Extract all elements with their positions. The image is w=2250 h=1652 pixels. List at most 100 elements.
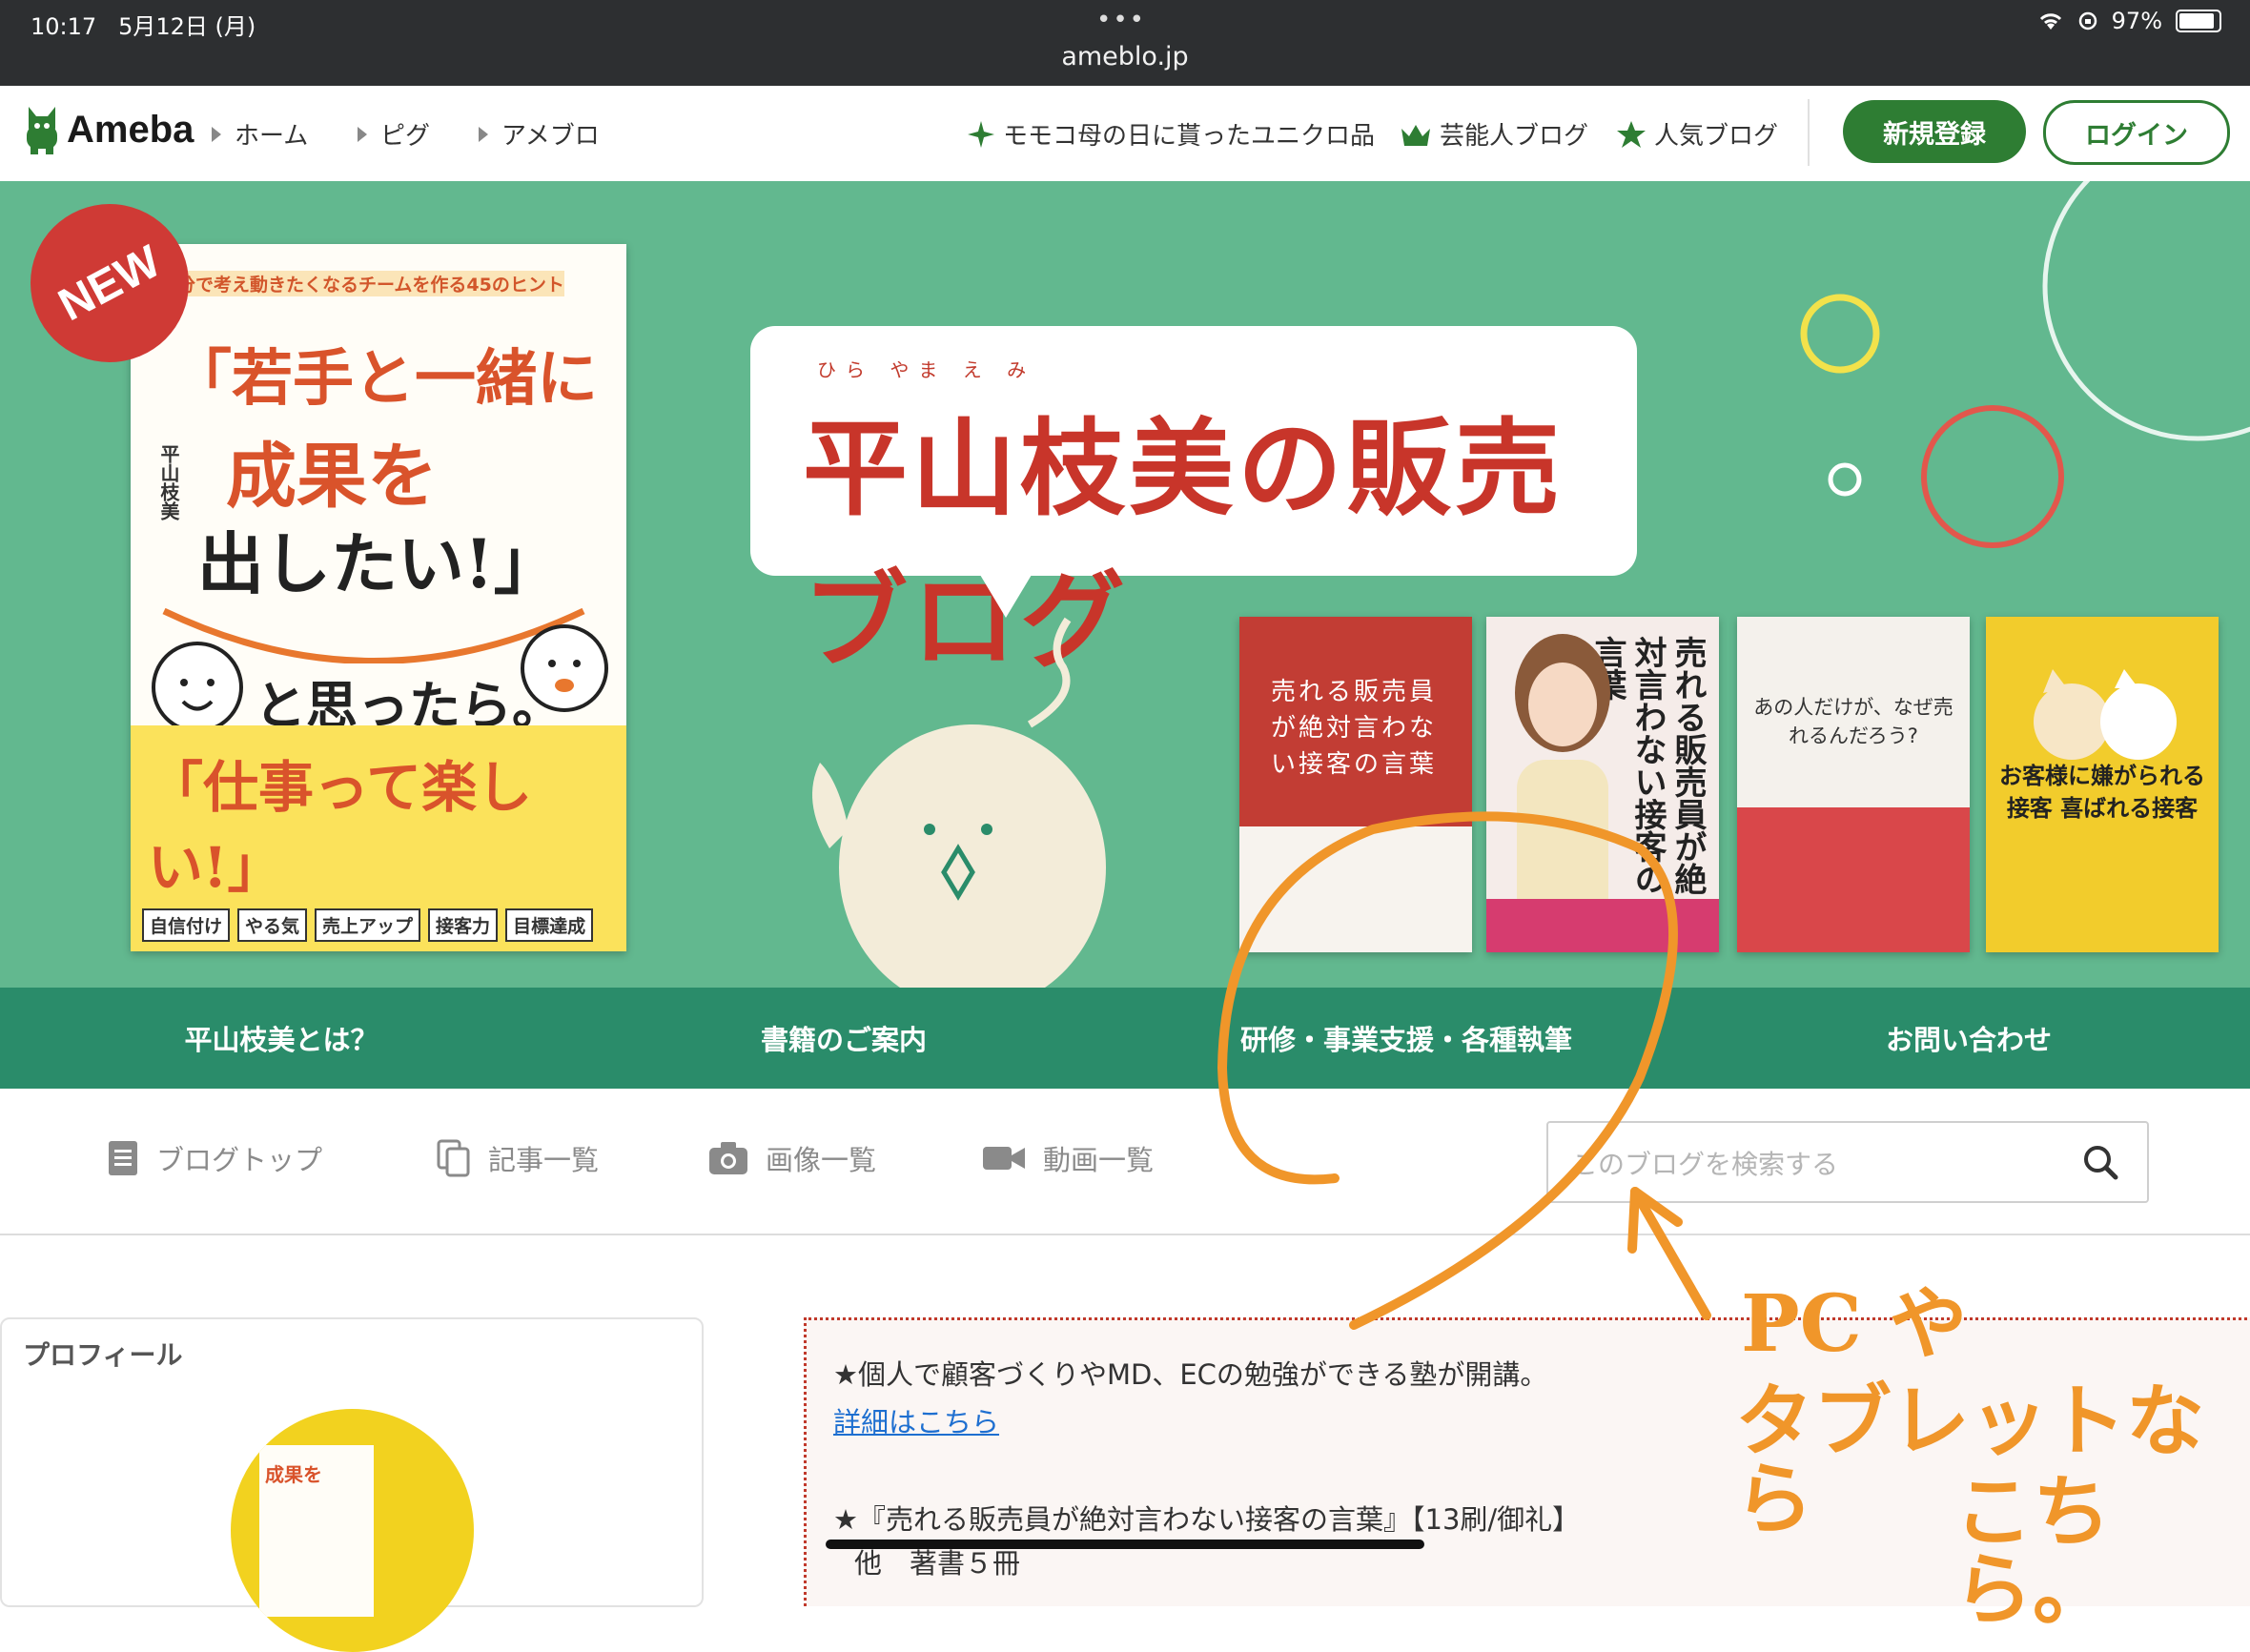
tab-videos-label: 動画一覧 xyxy=(1043,1144,1155,1176)
status-time: 10:17 5月12日 (月) xyxy=(31,13,256,40)
avatar-book: 成果を xyxy=(259,1445,374,1617)
ameba-logo[interactable]: Ameba xyxy=(23,103,194,156)
battery-percent: 97% xyxy=(2111,8,2162,34)
nav-home[interactable]: ホーム xyxy=(212,116,308,152)
triangle-right-icon xyxy=(212,126,221,142)
login-button[interactable]: ログイン xyxy=(2043,100,2230,165)
book-tag: やる気 xyxy=(237,908,308,942)
book-title-2: 成果を xyxy=(226,436,438,518)
menu-contact[interactable]: お問い合わせ xyxy=(1688,988,2250,1089)
book-title-1: 「若手と一緒に xyxy=(171,343,598,415)
wifi-icon xyxy=(2039,13,2061,30)
profile-card: プロフィール 成果を xyxy=(0,1317,704,1652)
sparkle-icon xyxy=(968,120,994,148)
book-tag: 接客力 xyxy=(428,908,499,942)
book-tag: 目標達成 xyxy=(505,908,594,942)
book-cover[interactable]: 売れる販売員が絶対言わない接客の言葉 xyxy=(1486,617,1719,952)
blog-header-banner: 自分で考え動きたくなるチームを作る45のヒント 「若手と一緒に 成果を 出したい… xyxy=(0,181,2250,988)
book-tags: 自信付け やる気 売上アップ 接客力 目標達成 xyxy=(142,908,594,942)
book-author: 平山枝美 xyxy=(157,444,180,520)
star-icon xyxy=(1617,120,1646,148)
blog-title-ruby: ひら やま え み xyxy=(817,358,1036,381)
blog-tabs: ブログトップ 記事一覧 画像一覧 動画一覧 このブログを検索する xyxy=(0,1089,2250,1235)
copy-icon xyxy=(437,1139,470,1177)
new-badge: NEW xyxy=(31,204,189,362)
orientation-lock-icon xyxy=(2078,11,2097,31)
tab-images[interactable]: 画像一覧 xyxy=(708,1138,876,1178)
book-yellow-band: 「仕事って楽しい!」 自信付け やる気 売上アップ 接客力 目標達成 xyxy=(131,725,626,951)
notice-line-3: ★『売れる販売員が絶対言わない接客の言葉』【13刷/御礼】 xyxy=(833,1503,1581,1536)
battery-icon xyxy=(2176,10,2221,32)
book-tag: 売上アップ xyxy=(315,908,421,942)
profile-label: プロフィール xyxy=(23,1339,183,1371)
book-cover-title: お客様に嫌がられる接客 喜ばれる接客 xyxy=(1999,763,2205,822)
annotation-line-1: PC や xyxy=(1741,1278,1968,1370)
book-cover[interactable]: あの人だけが、なぜ売れるんだろう? xyxy=(1737,617,1970,952)
nav-celebrity-label: 芸能人ブログ xyxy=(1440,122,1589,151)
triangle-right-icon xyxy=(479,126,488,142)
nav-popular-label: 人気ブログ xyxy=(1654,122,1779,151)
book-cover[interactable]: お客様に嫌がられる接客 喜ばれる接客 xyxy=(1986,617,2219,952)
tab-blog-top[interactable]: ブログトップ xyxy=(107,1138,322,1178)
more-dots-icon[interactable]: ••• xyxy=(1096,6,1146,34)
nav-trending-topic[interactable]: モモコ母の日に貰ったユニクロ品 xyxy=(967,116,1375,152)
status-bar: 10:17 5月12日 (月) ••• ameblo.jp 97% xyxy=(0,0,2250,86)
featured-book-cover[interactable]: 自分で考え動きたくなるチームを作る45のヒント 「若手と一緒に 成果を 出したい… xyxy=(131,244,626,951)
character-illustration xyxy=(521,624,608,712)
book-title-3: 出したい!」 xyxy=(197,524,561,603)
ameba-mascot-icon xyxy=(27,107,57,154)
tab-articles-label: 記事一覧 xyxy=(488,1144,600,1176)
crown-icon xyxy=(1401,124,1430,146)
woman-illustration xyxy=(1515,634,1610,941)
book-cover[interactable]: 売れる販売員が絶対言わない接客の言葉 xyxy=(1239,617,1472,952)
book-cover-title: 売れる販売員が絶対言わない接客の言葉 xyxy=(1270,678,1437,779)
status-indicators: 97% xyxy=(2037,8,2221,34)
search-icon[interactable] xyxy=(2082,1144,2118,1180)
home-indicator[interactable] xyxy=(826,1540,1424,1549)
menu-services[interactable]: 研修・事業支援・各種執筆 xyxy=(1125,988,1688,1089)
tab-blog-top-label: ブログトップ xyxy=(156,1144,323,1176)
tab-articles[interactable]: 記事一覧 xyxy=(437,1138,599,1178)
book-tag: 自信付け xyxy=(142,908,231,942)
video-camera-icon xyxy=(983,1147,1025,1170)
search-placeholder: このブログを検索する xyxy=(1571,1149,1839,1180)
book-cover-lower xyxy=(1239,826,1472,952)
camera-icon xyxy=(709,1142,747,1174)
book-top-line: 自分で考え動きたくなるチームを作る45のヒント xyxy=(159,271,564,296)
nav-ameblo-label: アメブロ xyxy=(501,122,600,151)
triangle-right-icon xyxy=(358,126,367,142)
annotation-line-3: こちら。 xyxy=(1954,1466,2112,1636)
book-cover-title: あの人だけが、なぜ売れるんだろう? xyxy=(1753,696,1953,747)
logo-text: Ameba xyxy=(67,108,194,151)
nav-trending-label: モモコ母の日に貰ったユニクロ品 xyxy=(1003,122,1376,151)
book-cover-lower xyxy=(1737,807,1970,952)
notice-details-link[interactable]: 詳細はこちら xyxy=(833,1400,999,1440)
decorative-circles xyxy=(1800,181,2250,548)
nav-pigg[interactable]: ピグ xyxy=(358,116,430,152)
menu-about[interactable]: 平山枝美とは？ xyxy=(0,988,562,1089)
book-cover-band xyxy=(1486,899,1719,952)
tab-images-label: 画像一覧 xyxy=(766,1144,877,1176)
book-tagline: 「仕事って楽しい!」 xyxy=(148,755,533,900)
blog-search-box[interactable]: このブログを検索する xyxy=(1546,1121,2149,1203)
nav-ameblo[interactable]: アメブロ xyxy=(479,116,600,152)
nav-popular-blog[interactable]: 人気ブログ xyxy=(1616,116,1778,152)
blog-menu: 平山枝美とは？ 書籍のご案内 研修・事業支援・各種執筆 お問い合わせ xyxy=(0,988,2250,1089)
notice-line-1: ★個人で顧客づくりやMD、ECの勉強ができる塾が開講。 xyxy=(833,1358,1548,1391)
nav-pigg-label: ピグ xyxy=(380,122,431,151)
nav-divider xyxy=(1808,99,1810,166)
mascot-illustration xyxy=(812,617,1106,988)
tab-videos[interactable]: 動画一覧 xyxy=(982,1138,1154,1178)
top-nav: Ameba ホーム ピグ アメブロ モモコ母の日に貰ったユニクロ品 芸能人ブログ… xyxy=(0,86,2250,182)
document-icon xyxy=(109,1141,137,1175)
cat-illustration xyxy=(2034,669,2177,760)
profile-avatar[interactable]: 成果を xyxy=(231,1409,474,1652)
menu-books[interactable]: 書籍のご案内 xyxy=(562,988,1125,1089)
register-button[interactable]: 新規登録 xyxy=(1843,100,2026,163)
blog-title-bubble: ひら やま え み 平山枝美の販売ブログ xyxy=(750,326,1637,683)
avatar-book-title: 成果を xyxy=(265,1463,322,1486)
address-bar[interactable]: ameblo.jp xyxy=(0,42,2250,71)
character-illustration xyxy=(152,642,243,733)
new-badge-label: NEW xyxy=(51,235,169,331)
nav-celebrity-blog[interactable]: 芸能人ブログ xyxy=(1400,116,1588,152)
